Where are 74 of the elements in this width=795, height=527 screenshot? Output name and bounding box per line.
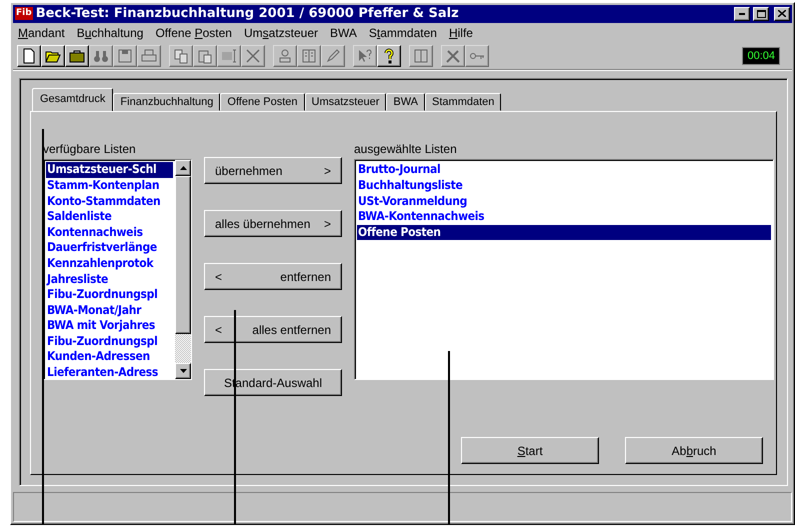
delete-icon	[245, 48, 261, 64]
list-item[interactable]: Dauerfristverlänge	[46, 240, 173, 256]
menu-item[interactable]: Stammdaten	[368, 26, 437, 40]
tab[interactable]: Umsatzsteuer	[304, 93, 386, 112]
transfer-button[interactable]: < alles entfernen	[204, 316, 342, 344]
list-box[interactable]	[43, 159, 192, 380]
list-item[interactable]: USt-Voranmeldung	[357, 194, 771, 210]
list-label: ausgewählte Listen	[354, 142, 458, 156]
menu-item[interactable]: Buchhaltung	[76, 26, 144, 40]
list-item[interactable]: Lieferanten-Adress	[46, 365, 173, 381]
transfer-button[interactable]: < entfernen	[204, 263, 342, 290]
list-item[interactable]: Offene Posten	[357, 224, 771, 240]
list-item[interactable]: Kontennachweis	[46, 224, 173, 240]
app-icon: Fib	[15, 7, 33, 20]
clock-display: 00:04	[742, 47, 780, 66]
list-item[interactable]: Kennzahlenprotok	[46, 256, 173, 272]
scroll-thumb[interactable]	[175, 176, 191, 334]
pencil-icon	[325, 48, 341, 64]
toolbar-button[interactable]	[377, 45, 401, 68]
list-label: verfügbare Listen	[43, 142, 137, 156]
tab[interactable]: Gesamtdruck	[32, 88, 114, 112]
printer-icon	[141, 48, 157, 64]
list-item[interactable]: Fibu-Zuordnungspl	[46, 334, 173, 350]
list-box[interactable]: Brutto-Journal Buchhaltungsliste USt-Voranmeldung BWA-Kontennachweis Offene Posten	[354, 159, 774, 380]
menu-item[interactable]: Hilfe	[448, 26, 473, 40]
list-item[interactable]: Fibu-Zuordnungspl	[46, 287, 173, 303]
close-button[interactable]	[774, 6, 790, 21]
scroll-down-button[interactable]	[175, 363, 191, 380]
list-item[interactable]: Stamm-Kontenplan	[46, 178, 173, 194]
list-item[interactable]: Saldenliste	[46, 209, 173, 225]
list-item[interactable]: Umsatzsteuer-Schl	[46, 162, 173, 178]
text-cursor-icon	[221, 48, 237, 64]
binoculars-icon	[93, 48, 109, 64]
list-item[interactable]: BWA-Kontennachweis	[357, 209, 771, 225]
minimize-icon	[739, 12, 745, 15]
list-item[interactable]: Jahresliste	[46, 272, 173, 288]
pointer-question-icon	[357, 48, 373, 64]
toolbar-button[interactable]	[17, 45, 41, 68]
menu-item[interactable]: Umsatzsteuer	[244, 26, 318, 40]
list-item[interactable]: Buchhaltungsliste	[357, 178, 771, 194]
clipboard-icon	[197, 48, 213, 64]
window-icon	[413, 48, 429, 64]
document-icon	[21, 48, 37, 64]
copy-icon	[173, 48, 189, 64]
scroll-up-button[interactable]	[175, 160, 191, 176]
toolbar-button[interactable]	[65, 45, 89, 68]
book-icon	[301, 48, 317, 64]
transfer-button[interactable]: übernehmen >	[204, 157, 342, 184]
tab[interactable]: Stammdaten	[425, 93, 502, 112]
window-title: Beck-Test: Finanzbuchhaltung 2001 / 69000 Pfeffer & Salz	[36, 6, 460, 22]
close-icon	[778, 10, 786, 18]
stamp-icon	[277, 48, 293, 64]
list-item[interactable]: BWA mit Vorjahres	[46, 318, 173, 334]
menu-item[interactable]: BWA	[330, 26, 357, 40]
action-button[interactable]: Start	[461, 437, 599, 464]
transfer-button[interactable]: alles übernehmen >	[204, 210, 342, 238]
minimize-button[interactable]	[734, 6, 750, 21]
toolbar-button[interactable]	[41, 45, 65, 68]
list-item[interactable]: BWA-Monat/Jahr	[46, 302, 173, 318]
scrollbar[interactable]	[175, 160, 191, 380]
tab[interactable]: Offene Posten	[220, 93, 305, 112]
up-arrow-icon	[180, 166, 186, 170]
tab[interactable]: BWA	[386, 93, 426, 112]
maximize-icon	[756, 10, 766, 18]
menu-item[interactable]: Mandant	[18, 26, 65, 40]
tab[interactable]: Finanzbuchhaltung	[113, 93, 220, 112]
list-item[interactable]: Konto-Stammdaten	[46, 194, 173, 210]
action-button[interactable]: Abbruch	[625, 437, 763, 464]
list-item[interactable]: Brutto-Journal	[357, 162, 771, 178]
maximize-button[interactable]	[753, 6, 769, 21]
folder-icon	[69, 48, 85, 64]
menu-item[interactable]: Offene Posten	[155, 26, 232, 40]
list-item[interactable]: Kunden-Adressen	[46, 349, 173, 366]
down-arrow-icon	[180, 369, 186, 374]
